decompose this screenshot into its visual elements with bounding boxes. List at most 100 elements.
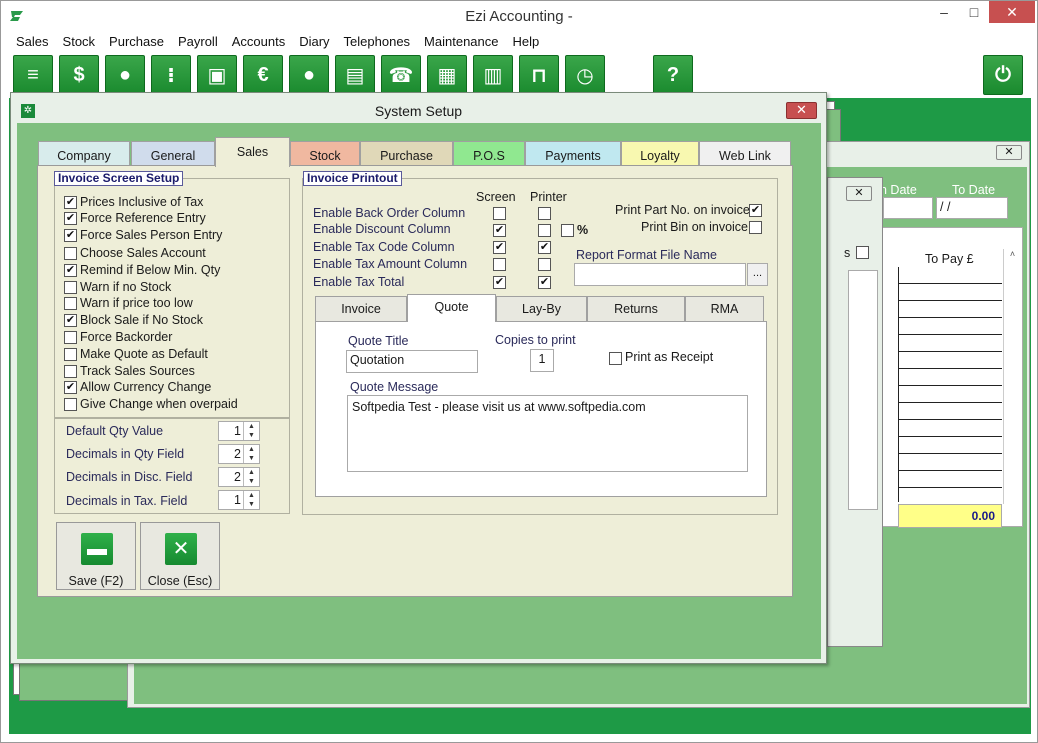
help-icon[interactable]: ? xyxy=(653,55,693,95)
discount-printer-checkbox[interactable] xyxy=(538,224,551,237)
subtab-quote[interactable]: Quote xyxy=(407,294,496,322)
currency-change-label: Allow Currency Change xyxy=(80,380,212,394)
quote-message-label: Quote Message xyxy=(350,380,439,394)
print-receipt-checkbox[interactable] xyxy=(609,352,622,365)
tax-amount-printer-checkbox[interactable] xyxy=(538,258,551,271)
close-button[interactable]: ✕ Close (Esc) xyxy=(140,522,220,590)
menu-accounts[interactable]: Accounts xyxy=(225,32,292,49)
quote-title-label: Quote Title xyxy=(348,334,409,348)
default-qty-stepper[interactable]: 1 ▲ ▼ xyxy=(218,421,260,441)
tab-company[interactable]: Company xyxy=(38,141,130,167)
menu-help[interactable]: Help xyxy=(506,32,547,49)
chart-icon[interactable]: ⁝ xyxy=(151,55,191,95)
from-date-input[interactable] xyxy=(883,197,933,219)
disc-decimals-label: Decimals in Disc. Field xyxy=(66,470,193,484)
disc-decimals-stepper[interactable]: 2 ▲ ▼ xyxy=(218,467,260,487)
force-sales-person-checkbox[interactable]: ✔ xyxy=(64,229,77,242)
copies-input[interactable]: 1 xyxy=(530,349,554,372)
back-order-screen-checkbox[interactable] xyxy=(493,207,506,220)
prices-inclusive-checkbox[interactable]: ✔ xyxy=(64,196,77,209)
subtab-invoice[interactable]: Invoice xyxy=(315,296,407,322)
menu-maintenance[interactable]: Maintenance xyxy=(417,32,505,49)
force-backorder-label: Force Backorder xyxy=(80,330,173,344)
warn-no-stock-checkbox[interactable] xyxy=(64,281,77,294)
discount-percent-checkbox[interactable] xyxy=(561,224,574,237)
warn-no-stock-label: Warn if no Stock xyxy=(80,280,172,294)
invoice-printout-label: Invoice Printout xyxy=(303,171,402,186)
calculator-icon[interactable]: ▥ xyxy=(473,55,513,95)
title-bar: Ezi Accounting - – □ ✕ xyxy=(1,1,1037,31)
tab-general[interactable]: General xyxy=(131,141,215,167)
menu-purchase[interactable]: Purchase xyxy=(102,32,171,49)
phone-icon[interactable]: ☎ xyxy=(381,55,421,95)
currency-change-checkbox[interactable]: ✔ xyxy=(64,381,77,394)
to-date-input[interactable]: / / xyxy=(936,197,1008,219)
euro-icon[interactable]: € xyxy=(243,55,283,95)
choose-sales-account-checkbox[interactable] xyxy=(64,247,77,260)
dollar-icon[interactable]: $ xyxy=(59,55,99,95)
user-icon[interactable]: ● xyxy=(105,55,145,95)
report-format-input[interactable] xyxy=(574,263,746,286)
grid-icon[interactable]: ▦ xyxy=(427,55,467,95)
menu-telephones[interactable]: Telephones xyxy=(337,32,418,49)
person-icon[interactable]: ● xyxy=(289,55,329,95)
menu-payroll[interactable]: Payroll xyxy=(171,32,225,49)
dialog-title: System Setup xyxy=(374,103,463,119)
tab-web-link[interactable]: Web Link xyxy=(699,141,791,167)
tax-total-screen-checkbox[interactable]: ✔ xyxy=(493,276,506,289)
warn-price-low-checkbox[interactable] xyxy=(64,297,77,310)
discount-screen-checkbox[interactable]: ✔ xyxy=(493,224,506,237)
tab-purchase[interactable]: Purchase xyxy=(360,141,453,167)
scrollbar[interactable]: ˄ xyxy=(1003,249,1021,504)
track-sources-checkbox[interactable] xyxy=(64,365,77,378)
subtab-lay-by[interactable]: Lay-By xyxy=(496,296,587,322)
box-icon[interactable]: ▣ xyxy=(197,55,237,95)
print-part-no-checkbox[interactable]: ✔ xyxy=(749,204,762,217)
menu-stock[interactable]: Stock xyxy=(56,32,103,49)
minimize-button[interactable]: – xyxy=(929,1,959,23)
force-backorder-checkbox[interactable] xyxy=(64,331,77,344)
dialog-title-bar: ✲ System Setup ✕ xyxy=(11,93,826,123)
qty-decimals-stepper[interactable]: 2 ▲ ▼ xyxy=(218,444,260,464)
maximize-button[interactable]: □ xyxy=(959,1,989,23)
quote-message-textarea[interactable]: Softpedia Test - please visit us at www.… xyxy=(347,395,748,472)
clock-icon[interactable]: ◷ xyxy=(565,55,605,95)
bg-checkbox[interactable] xyxy=(856,246,869,259)
force-reference-checkbox[interactable]: ✔ xyxy=(64,212,77,225)
menu-diary[interactable]: Diary xyxy=(292,32,336,49)
dialog-close-button[interactable]: ✕ xyxy=(786,102,817,119)
choose-sales-account-label: Choose Sales Account xyxy=(80,246,206,260)
print-bin-checkbox[interactable] xyxy=(749,221,762,234)
tab-payments[interactable]: Payments xyxy=(525,141,621,167)
tab-pos[interactable]: P.O.S xyxy=(453,141,525,167)
close-window-button[interactable]: ✕ xyxy=(989,1,1035,23)
tax-code-label: Enable Tax Code Column xyxy=(313,240,455,254)
quote-title-input[interactable]: Quotation xyxy=(346,350,478,373)
browse-button[interactable]: ... xyxy=(747,263,768,286)
subtab-rma[interactable]: RMA xyxy=(685,296,764,322)
tab-sales[interactable]: Sales xyxy=(215,137,290,167)
block-sale-checkbox[interactable]: ✔ xyxy=(64,314,77,327)
tax-total-printer-checkbox[interactable]: ✔ xyxy=(538,276,551,289)
save-button[interactable]: ▬ Save (F2) xyxy=(56,522,136,590)
bg-close-icon[interactable]: ✕ xyxy=(996,145,1022,160)
bg-close-icon-2[interactable]: ✕ xyxy=(846,186,872,201)
tab-stock[interactable]: Stock xyxy=(290,141,360,167)
tax-code-screen-checkbox[interactable]: ✔ xyxy=(493,241,506,254)
remind-min-qty-checkbox[interactable]: ✔ xyxy=(64,264,77,277)
block-sale-label: Block Sale if No Stock xyxy=(80,313,203,327)
menu-sales[interactable]: Sales xyxy=(9,32,56,49)
register-icon[interactable]: ▤ xyxy=(335,55,375,95)
prices-inclusive-label: Prices Inclusive of Tax xyxy=(80,195,204,209)
subtab-returns[interactable]: Returns xyxy=(587,296,685,322)
tax-decimals-stepper[interactable]: 1 ▲ ▼ xyxy=(218,490,260,510)
tab-loyalty[interactable]: Loyalty xyxy=(621,141,699,167)
lock-icon[interactable]: ⊓ xyxy=(519,55,559,95)
give-change-checkbox[interactable] xyxy=(64,398,77,411)
quote-default-checkbox[interactable] xyxy=(64,348,77,361)
tax-code-printer-checkbox[interactable]: ✔ xyxy=(538,241,551,254)
power-icon[interactable]: ⏻ xyxy=(983,55,1023,95)
document-icon[interactable]: ≡ xyxy=(13,55,53,95)
back-order-printer-checkbox[interactable] xyxy=(538,207,551,220)
tax-amount-screen-checkbox[interactable] xyxy=(493,258,506,271)
